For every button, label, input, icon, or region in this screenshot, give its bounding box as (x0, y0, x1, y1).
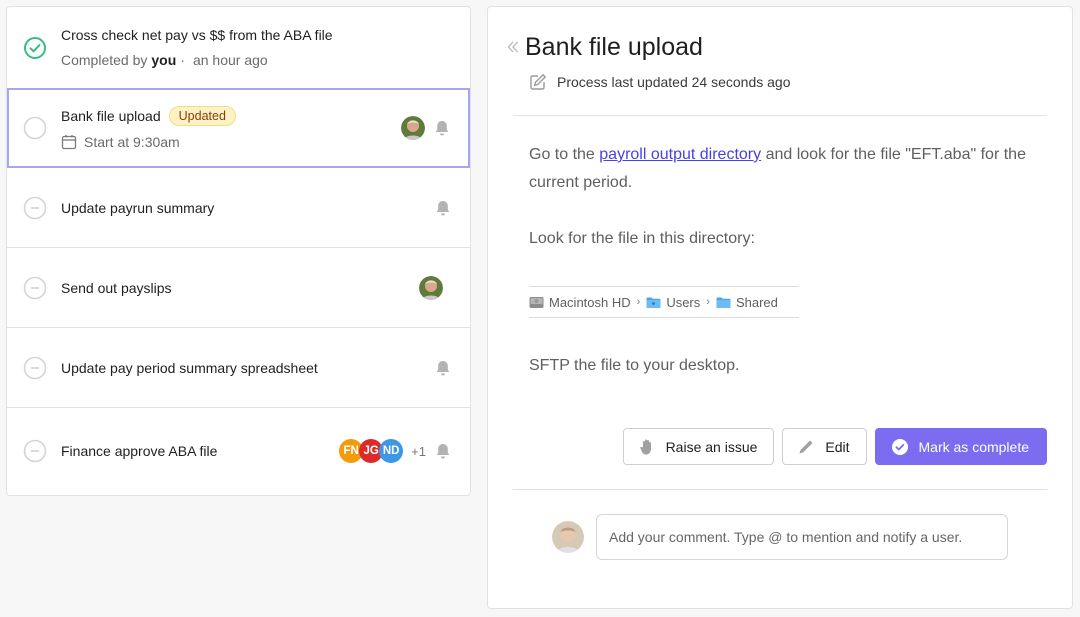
path-label: Shared (735, 294, 778, 310)
instruction-paragraph-3: SFTP the file to your desktop. (529, 357, 740, 374)
bell-icon[interactable] (434, 199, 452, 217)
separator: · (180, 52, 185, 68)
divider (513, 489, 1047, 490)
text: Go to the (529, 146, 600, 163)
hard-drive-icon (529, 296, 544, 308)
pencil-icon (799, 440, 813, 453)
task-title: Finance approve ABA file (61, 443, 218, 459)
task-item-cross-check[interactable]: Cross check net pay vs $$ from the ABA f… (7, 7, 470, 89)
detail-title: Bank file upload (525, 33, 703, 61)
current-user-avatar (552, 521, 584, 553)
bell-icon[interactable] (434, 359, 452, 377)
comment-input[interactable] (596, 514, 1008, 560)
task-item-update-payrun-summary[interactable]: Update payrun summary (7, 168, 470, 248)
assignee-initials-nd[interactable]: ND (379, 439, 404, 463)
completed-by: you (151, 52, 177, 68)
path-label: Users (666, 294, 701, 310)
action-buttons: Raise an issue Edit Mark as complete (622, 428, 1047, 465)
assignee-group[interactable]: FN JG ND (339, 439, 404, 463)
task-detail-panel: Bank file upload Process last updated 24… (487, 6, 1073, 609)
minus-circle-icon[interactable] (23, 439, 47, 463)
empty-circle-icon[interactable] (23, 116, 47, 140)
directory-path: Macintosh HD › Users › Shared (529, 286, 799, 318)
payroll-output-directory-link[interactable]: payroll output directory (599, 146, 761, 163)
start-label: Start at 9:30am (84, 134, 180, 150)
mark-complete-button[interactable]: Mark as complete (874, 428, 1047, 465)
calendar-icon (61, 135, 77, 150)
minus-circle-icon[interactable] (23, 276, 47, 300)
task-title: Bank file upload Updated (61, 106, 236, 126)
more-assignees-count[interactable]: +1 (411, 444, 426, 459)
edit-note-icon (530, 74, 546, 90)
hand-icon (639, 439, 651, 454)
comment-composer (552, 514, 1008, 560)
edit-button[interactable]: Edit (782, 428, 867, 465)
folder-icon (716, 297, 731, 308)
minus-circle-icon[interactable] (23, 196, 47, 220)
updated-badge: Updated (168, 106, 236, 126)
task-item-bank-file-upload[interactable]: Bank file upload Updated Start at 9:30am (7, 88, 470, 168)
task-completion-info: Completed by you · an hour ago (61, 52, 333, 68)
users-folder-icon (646, 297, 661, 308)
button-label: Mark as complete (918, 438, 1029, 455)
task-start-time: Start at 9:30am (61, 134, 236, 150)
completed-when: an hour ago (192, 52, 268, 68)
task-title: Cross check net pay vs $$ from the ABA f… (61, 27, 333, 43)
bell-icon[interactable] (434, 442, 452, 460)
task-list: Cross check net pay vs $$ from the ABA f… (6, 6, 471, 496)
path-segment-users[interactable]: Users (646, 295, 700, 310)
task-title: Update payrun summary (61, 199, 215, 216)
completed-prefix: Completed by (61, 52, 148, 68)
double-chevron-left-icon[interactable] (507, 40, 519, 54)
check-circle-icon (891, 438, 908, 455)
task-instructions: Go to the payroll output directory and l… (529, 141, 1054, 281)
divider (513, 115, 1047, 116)
task-item-send-out-payslips[interactable]: Send out payslips (7, 248, 470, 328)
path-separator: › (706, 296, 710, 308)
task-title-text: Bank file upload (61, 108, 161, 124)
raise-issue-button[interactable]: Raise an issue (622, 428, 775, 465)
path-segment-shared[interactable]: Shared (716, 295, 778, 310)
path-segment-macintosh-hd[interactable]: Macintosh HD (529, 295, 631, 310)
button-label: Raise an issue (665, 438, 758, 455)
minus-circle-icon[interactable] (23, 356, 47, 380)
task-title: Send out payslips (61, 279, 172, 296)
instruction-paragraph-2: Look for the file in this directory: (529, 230, 755, 247)
path-label: Macintosh HD (549, 294, 631, 310)
last-updated: Process last updated 24 seconds ago (529, 73, 791, 91)
path-separator: › (636, 296, 641, 308)
assignee-avatar[interactable] (401, 116, 425, 140)
last-updated-text: Process last updated 24 seconds ago (557, 74, 791, 90)
task-title: Update pay period summary spreadsheet (61, 359, 318, 376)
check-circle-icon[interactable] (23, 36, 47, 60)
button-label: Edit (825, 438, 850, 455)
bell-icon[interactable] (433, 119, 451, 137)
task-item-finance-approve-aba[interactable]: Finance approve ABA file FN JG ND +1 (7, 408, 470, 494)
instruction-paragraph-1: Go to the payroll output directory and l… (529, 141, 1054, 197)
task-item-update-pay-period-summary[interactable]: Update pay period summary spreadsheet (7, 328, 470, 408)
assignee-avatar[interactable] (419, 275, 443, 300)
